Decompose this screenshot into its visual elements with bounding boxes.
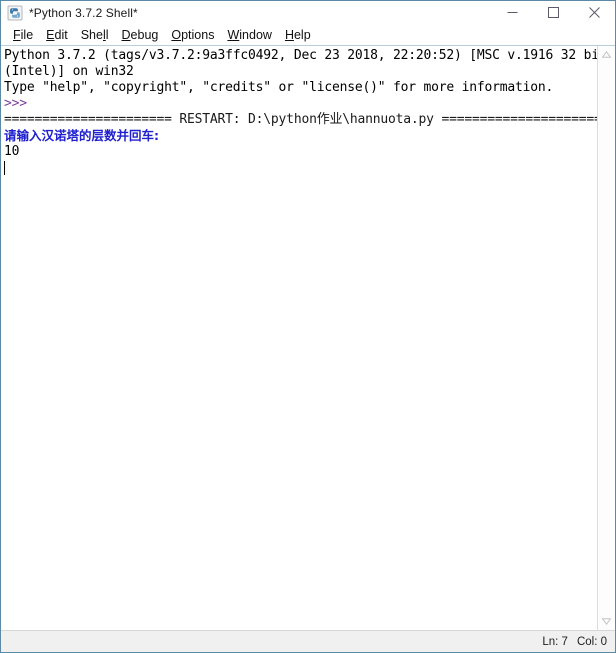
console-prompt-line: >>> — [4, 96, 35, 111]
status-bar: Ln: 7 Col: 0 — [1, 630, 615, 652]
status-line-number: Ln: 7 — [542, 635, 568, 648]
menu-item-debug[interactable]: Debug — [116, 27, 166, 43]
menu-item-file[interactable]: File — [7, 27, 40, 43]
python-idle-shell-window: *Python 3.7.2 Shell* File Edit Shell Deb… — [0, 0, 616, 653]
scroll-down-arrow-icon[interactable] — [598, 613, 615, 630]
menu-item-shell[interactable]: Shell — [75, 27, 116, 43]
menu-item-edit[interactable]: Edit — [40, 27, 75, 43]
console-user-input-line: 10 — [4, 144, 20, 159]
menu-item-help[interactable]: Help — [279, 27, 318, 43]
title-bar-left: *Python 3.7.2 Shell* — [1, 5, 138, 21]
text-caret — [4, 161, 5, 175]
console-restart-line: ====================== RESTART: D:\pytho… — [4, 112, 597, 127]
shell-text-area-wrapper: Python 3.7.2 (tags/v3.7.2:9a3ffc0492, De… — [1, 45, 615, 630]
status-column-number: Col: 0 — [576, 635, 607, 648]
window-title: *Python 3.7.2 Shell* — [29, 5, 138, 20]
scrollbar-track[interactable] — [598, 63, 615, 613]
scroll-up-arrow-icon[interactable] — [598, 46, 615, 63]
console-line: Python 3.7.2 (tags/v3.7.2:9a3ffc0492, De… — [4, 48, 597, 63]
close-button[interactable] — [574, 1, 615, 24]
console-line: (Intel)] on win32 — [4, 64, 134, 79]
console-input-prompt-line: 请输入汉诺塔的层数并回车: — [4, 128, 159, 143]
vertical-scrollbar[interactable] — [597, 46, 615, 630]
title-bar[interactable]: *Python 3.7.2 Shell* — [1, 1, 615, 24]
shell-output-text[interactable]: Python 3.7.2 (tags/v3.7.2:9a3ffc0492, De… — [1, 46, 597, 630]
menu-bar: File Edit Shell Debug Options Window Hel… — [1, 24, 615, 45]
console-caret-line — [2, 160, 597, 176]
maximize-button[interactable] — [533, 1, 574, 24]
menu-item-options[interactable]: Options — [165, 27, 221, 43]
minimize-button[interactable] — [492, 1, 533, 24]
python-idle-icon — [7, 5, 23, 21]
console-line: Type "help", "copyright", "credits" or "… — [4, 80, 554, 95]
menu-item-window[interactable]: Window — [221, 27, 278, 43]
window-controls — [492, 1, 615, 24]
